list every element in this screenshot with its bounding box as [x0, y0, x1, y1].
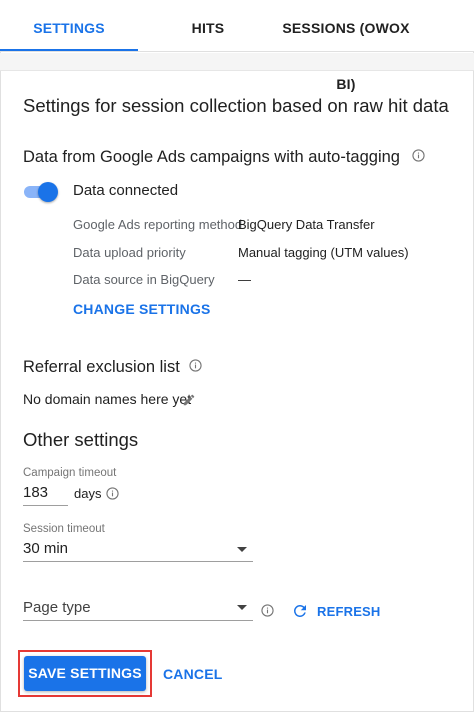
- page-title: Settings for session collection based on…: [23, 95, 449, 116]
- refresh-icon[interactable]: [291, 602, 309, 620]
- other-settings-heading: Other settings: [23, 429, 139, 450]
- pencil-icon[interactable]: [182, 393, 196, 407]
- session-timeout-underline: [23, 561, 253, 562]
- info-icon[interactable]: [412, 149, 425, 162]
- session-timeout-label: Session timeout: [23, 523, 105, 535]
- toolbar-strip: [0, 53, 474, 71]
- referral-empty-text: No domain names here yet: [23, 391, 192, 407]
- refresh-button[interactable]: REFRESH: [317, 604, 381, 619]
- data-connected-label: Data connected: [73, 182, 179, 199]
- bq-source-value: —: [238, 272, 251, 287]
- ads-method-label: Google Ads reporting method: [73, 217, 243, 232]
- tab-hits[interactable]: HITS: [158, 0, 258, 52]
- save-settings-button[interactable]: SAVE SETTINGS: [24, 656, 146, 691]
- page-type-underline: [23, 620, 253, 621]
- chevron-down-icon[interactable]: [237, 605, 247, 610]
- campaign-timeout-underline: [23, 505, 68, 506]
- ads-method-value: BigQuery Data Transfer: [238, 217, 375, 232]
- campaign-timeout-label: Campaign timeout: [23, 467, 117, 479]
- tab-bar: SETTINGS HITS SESSIONS (OWOX BI): [0, 0, 474, 92]
- bq-source-label: Data source in BigQuery: [73, 272, 215, 287]
- session-timeout-select[interactable]: 30 min: [23, 540, 68, 557]
- days-unit-label: days: [74, 486, 102, 501]
- tab-settings[interactable]: SETTINGS: [0, 0, 138, 52]
- change-settings-button[interactable]: CHANGE SETTINGS: [73, 301, 211, 317]
- data-connected-toggle[interactable]: [24, 182, 58, 202]
- active-tab-indicator: [0, 49, 138, 51]
- upload-priority-label: Data upload priority: [73, 245, 186, 260]
- info-icon[interactable]: [106, 487, 119, 500]
- chevron-down-icon[interactable]: [237, 547, 247, 552]
- cancel-button[interactable]: CANCEL: [163, 666, 223, 682]
- page-type-select[interactable]: Page type: [23, 599, 91, 616]
- referral-heading: Referral exclusion list: [23, 358, 180, 376]
- tab-sessions-owox-bi[interactable]: SESSIONS (OWOX BI): [272, 0, 420, 92]
- info-icon[interactable]: [189, 359, 202, 372]
- campaign-timeout-input[interactable]: 183: [23, 484, 48, 501]
- toggle-knob: [38, 182, 58, 202]
- upload-priority-value: Manual tagging (UTM values): [238, 245, 409, 260]
- google-ads-heading: Data from Google Ads campaigns with auto…: [23, 148, 400, 166]
- info-icon[interactable]: [261, 604, 274, 617]
